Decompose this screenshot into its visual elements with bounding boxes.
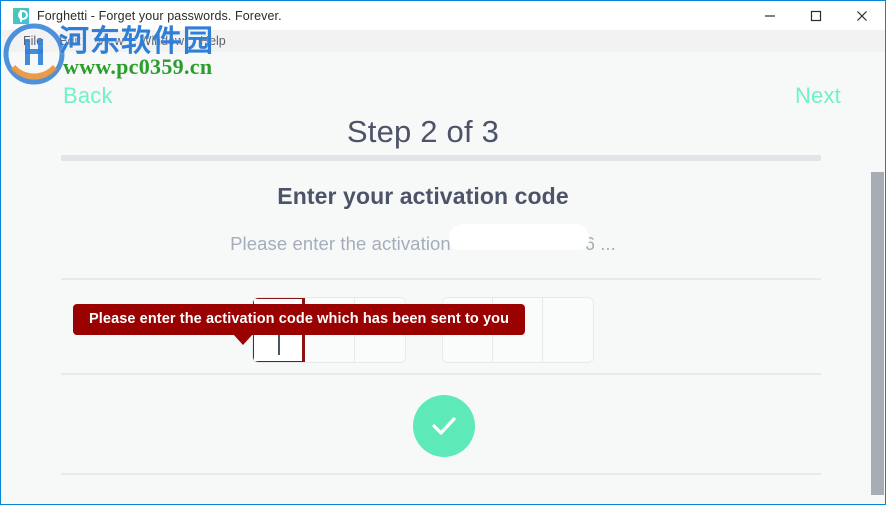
- menu-bar: File Edit View Window Help: [1, 30, 885, 52]
- menu-item-help[interactable]: Help: [192, 30, 234, 52]
- close-icon: [857, 10, 867, 21]
- maximize-icon: [810, 10, 822, 21]
- progress-bar: [61, 155, 821, 161]
- divider-bottom: [61, 473, 821, 475]
- page-title: Step 2 of 3: [346, 114, 500, 149]
- divider-top: [61, 278, 821, 280]
- menu-item-view[interactable]: View: [89, 30, 132, 52]
- tooltip-arrow-icon: [233, 334, 253, 345]
- maximize-button[interactable]: [793, 1, 839, 30]
- divider-middle: [61, 373, 821, 375]
- app-window: Forghetti - Forget your passwords. Forev…: [0, 0, 886, 505]
- code-cell-6[interactable]: [543, 298, 593, 362]
- section-heading: Enter your activation code: [277, 183, 569, 209]
- submit-button[interactable]: [413, 395, 475, 457]
- redaction-smudge: [449, 224, 589, 250]
- close-button[interactable]: [839, 1, 885, 30]
- app-icon: [13, 7, 29, 24]
- window-controls: [747, 1, 885, 30]
- next-link[interactable]: Next: [795, 83, 841, 109]
- minimize-icon: [765, 14, 775, 17]
- wizard-content: Back Next Step 2 of 3 Enter your activat…: [1, 52, 885, 504]
- sent-to-text: Please enter the activation code sent to…: [230, 233, 616, 254]
- minimize-button[interactable]: [747, 1, 793, 30]
- title-bar: Forghetti - Forget your passwords. Forev…: [1, 1, 885, 30]
- scrollbar-thumb[interactable]: [871, 172, 884, 495]
- menu-item-window[interactable]: Window: [132, 30, 192, 52]
- menu-item-edit[interactable]: Edit: [51, 30, 89, 52]
- scrollbar-track[interactable]: [869, 103, 885, 504]
- menu-item-file[interactable]: File: [15, 30, 51, 52]
- check-icon: [432, 417, 456, 435]
- validation-tooltip: Please enter the activation code which h…: [73, 304, 526, 335]
- back-link[interactable]: Back: [63, 83, 113, 109]
- window-title: Forghetti - Forget your passwords. Forev…: [37, 8, 282, 23]
